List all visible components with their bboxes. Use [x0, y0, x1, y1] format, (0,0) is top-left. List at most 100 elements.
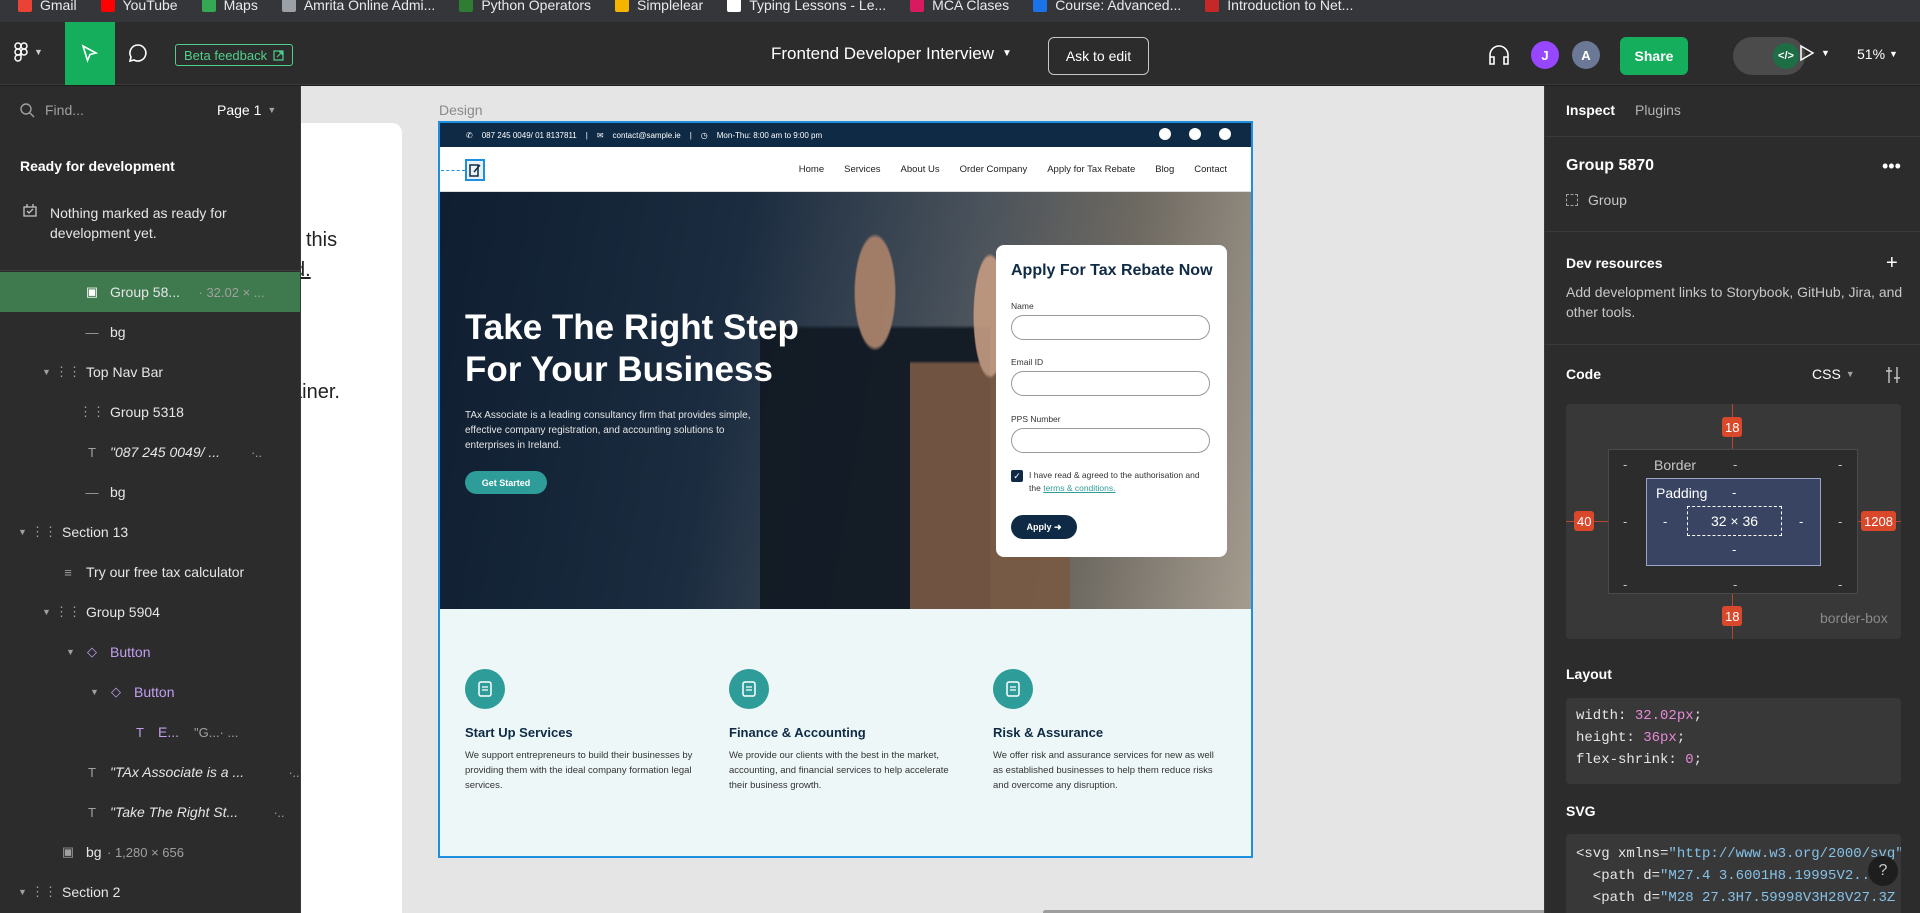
zoom-menu[interactable]: 51% ▼: [1857, 46, 1898, 62]
site-nav-link[interactable]: Apply for Tax Rebate: [1047, 164, 1135, 175]
facebook-icon[interactable]: [1159, 128, 1171, 140]
site-nav-link[interactable]: Services: [844, 164, 880, 175]
beta-feedback-button[interactable]: Beta feedback: [175, 44, 294, 66]
code-heading: Code: [1566, 366, 1601, 382]
layer-row[interactable]: ▣ Group 58... · 32.02 × ...: [0, 272, 300, 312]
avatar-j[interactable]: J: [1531, 41, 1559, 69]
design-canvas[interactable]: this d. ainer. Design ✆ 087 245 0049/ 01…: [301, 86, 1544, 913]
layer-row[interactable]: ▼ ⋮⋮ Section 2: [0, 872, 300, 912]
help-button[interactable]: ?: [1868, 856, 1898, 886]
move-tool-button[interactable]: [65, 22, 115, 85]
site-nav-link[interactable]: About Us: [901, 164, 940, 175]
get-started-button[interactable]: Get Started: [465, 471, 547, 494]
layer-row[interactable]: ▼ ⋮⋮ Group 5904: [0, 592, 300, 632]
layout-code[interactable]: width: 32.02px; height: 36px; flex-shrink:…: [1566, 698, 1901, 784]
selection-type-label: Group: [1588, 192, 1627, 208]
layer-meta: ·..: [273, 804, 286, 820]
layer-row[interactable]: — bg: [0, 312, 300, 352]
twitter-icon[interactable]: [1189, 128, 1201, 140]
audio-call-button[interactable]: [1487, 44, 1511, 71]
css-end: ;: [1676, 730, 1686, 746]
code-settings-icon[interactable]: [1885, 366, 1901, 384]
cursor-icon: [81, 43, 99, 63]
layer-name: Section 13: [62, 524, 129, 540]
svg-code[interactable]: <svg xmlns="http://www.w3.org/2000/svg" …: [1566, 834, 1901, 913]
comment-tool-button[interactable]: [127, 42, 149, 69]
avatar-a[interactable]: A: [1572, 41, 1600, 69]
bookmark-item[interactable]: Maps: [201, 0, 258, 13]
code-language-select[interactable]: CSS ▼: [1812, 366, 1855, 382]
layer-row[interactable]: T E... "G...· ...: [0, 712, 300, 752]
ask-to-edit-button[interactable]: Ask to edit: [1048, 37, 1149, 75]
bookmark-item[interactable]: YouTube: [100, 0, 178, 13]
tab-plugins[interactable]: Plugins: [1635, 102, 1681, 118]
site-nav-link[interactable]: Home: [799, 164, 824, 175]
terms-link[interactable]: terms & conditions.: [1043, 483, 1115, 493]
bookmark-item[interactable]: Gmail: [18, 0, 77, 13]
layer-row[interactable]: ≡ Try our free tax calculator: [0, 552, 300, 592]
find-layer-search[interactable]: Find...: [20, 102, 84, 118]
chevron-down-icon[interactable]: ▼: [90, 687, 99, 697]
site-nav-link[interactable]: Order Company: [960, 164, 1028, 175]
bookmark-label: Typing Lessons - Le...: [749, 0, 887, 13]
image-layer-icon: ▣: [61, 844, 75, 859]
bookmark-item[interactable]: Python Operators: [459, 0, 591, 13]
frame-label[interactable]: Design: [439, 102, 483, 118]
layer-row[interactable]: ▼ ⋮⋮ Section 13: [0, 512, 300, 552]
chevron-down-icon[interactable]: ▼: [42, 367, 51, 377]
email-input[interactable]: [1011, 371, 1210, 396]
bookmark-item[interactable]: Course: Advanced...: [1033, 0, 1181, 13]
design-frame[interactable]: ✆ 087 245 0049/ 01 8137811 | ✉ contact@s…: [438, 121, 1253, 858]
pps-input[interactable]: [1011, 428, 1210, 453]
site-nav-link[interactable]: Blog: [1155, 164, 1174, 175]
layer-row[interactable]: ▣ bg · 1,280 × 656: [0, 832, 300, 872]
layer-row[interactable]: T "087 245 0049/ ... ·..: [0, 432, 300, 472]
layer-row[interactable]: ▼ ◇ Button: [0, 672, 300, 712]
chevron-down-icon[interactable]: ▼: [18, 527, 27, 537]
layer-row[interactable]: ▼ ◇ Button: [0, 632, 300, 672]
layer-name: Section 2: [62, 884, 121, 900]
apply-button[interactable]: Apply ➜: [1011, 515, 1077, 539]
bookmark-item[interactable]: Simplelear: [615, 0, 703, 13]
file-title-menu[interactable]: Frontend Developer Interview ▼: [771, 44, 1012, 64]
bookmark-label: Maps: [223, 0, 258, 13]
ready-for-dev-empty-text: Nothing marked as ready for development …: [50, 205, 227, 241]
consent-checkbox[interactable]: ✓: [1011, 470, 1023, 482]
chevron-down-icon[interactable]: ▼: [66, 647, 75, 657]
selection-name: Group 5870: [1566, 157, 1655, 174]
layer-row[interactable]: ⋮⋮ Group 5318: [0, 392, 300, 432]
tax-rebate-form: Apply For Tax Rebate Now Name Email ID P…: [996, 245, 1227, 557]
bookmark-favicon-icon: [100, 0, 115, 12]
layer-row[interactable]: T "TAx Associate is a ... ·..: [0, 752, 300, 792]
bookmark-item[interactable]: Introduction to Net...: [1205, 0, 1353, 13]
dev-mode-toggle[interactable]: </>: [1733, 37, 1805, 75]
linkedin-icon[interactable]: [1219, 128, 1231, 140]
chevron-down-icon[interactable]: ▼: [42, 607, 51, 617]
layer-name: "TAx Associate is a ...: [110, 764, 245, 780]
layer-row[interactable]: ▼ ⋮⋮ Top Nav Bar: [0, 352, 300, 392]
service-card: Start Up Services We support entrepreneur…: [465, 669, 695, 793]
frame-icon: ⋮⋮: [31, 524, 57, 539]
present-button[interactable]: ▼: [1797, 44, 1830, 62]
border-top: -: [1733, 457, 1738, 472]
layer-row[interactable]: — bg: [0, 472, 300, 512]
layer-row[interactable]: T "Take The Right St... ·..: [0, 792, 300, 832]
add-resource-icon[interactable]: +: [1886, 252, 1898, 275]
more-options-icon[interactable]: •••: [1882, 156, 1901, 177]
chevron-down-icon[interactable]: ▼: [18, 887, 27, 897]
margin-bottom: 18: [1722, 606, 1743, 626]
page-selector[interactable]: Page 1 ▼: [217, 102, 276, 118]
css-line: flex-shrink: 0;: [1576, 749, 1891, 771]
logo-icon-selected[interactable]: [465, 159, 485, 181]
bookmark-item[interactable]: Amrita Online Admi...: [281, 0, 435, 13]
bookmark-item[interactable]: Typing Lessons - Le...: [727, 0, 886, 13]
share-button[interactable]: Share: [1620, 37, 1688, 75]
name-input[interactable]: [1011, 315, 1210, 340]
service-card: Risk & Assurance We offer risk and assura…: [993, 669, 1223, 793]
component-icon: ◇: [111, 684, 121, 699]
tab-inspect[interactable]: Inspect: [1566, 102, 1615, 118]
site-nav-link[interactable]: Contact: [1194, 164, 1227, 175]
layer-name: bg: [110, 324, 126, 340]
main-menu-button[interactable]: ▼: [14, 42, 43, 62]
bookmark-item[interactable]: MCA Clases: [910, 0, 1009, 13]
